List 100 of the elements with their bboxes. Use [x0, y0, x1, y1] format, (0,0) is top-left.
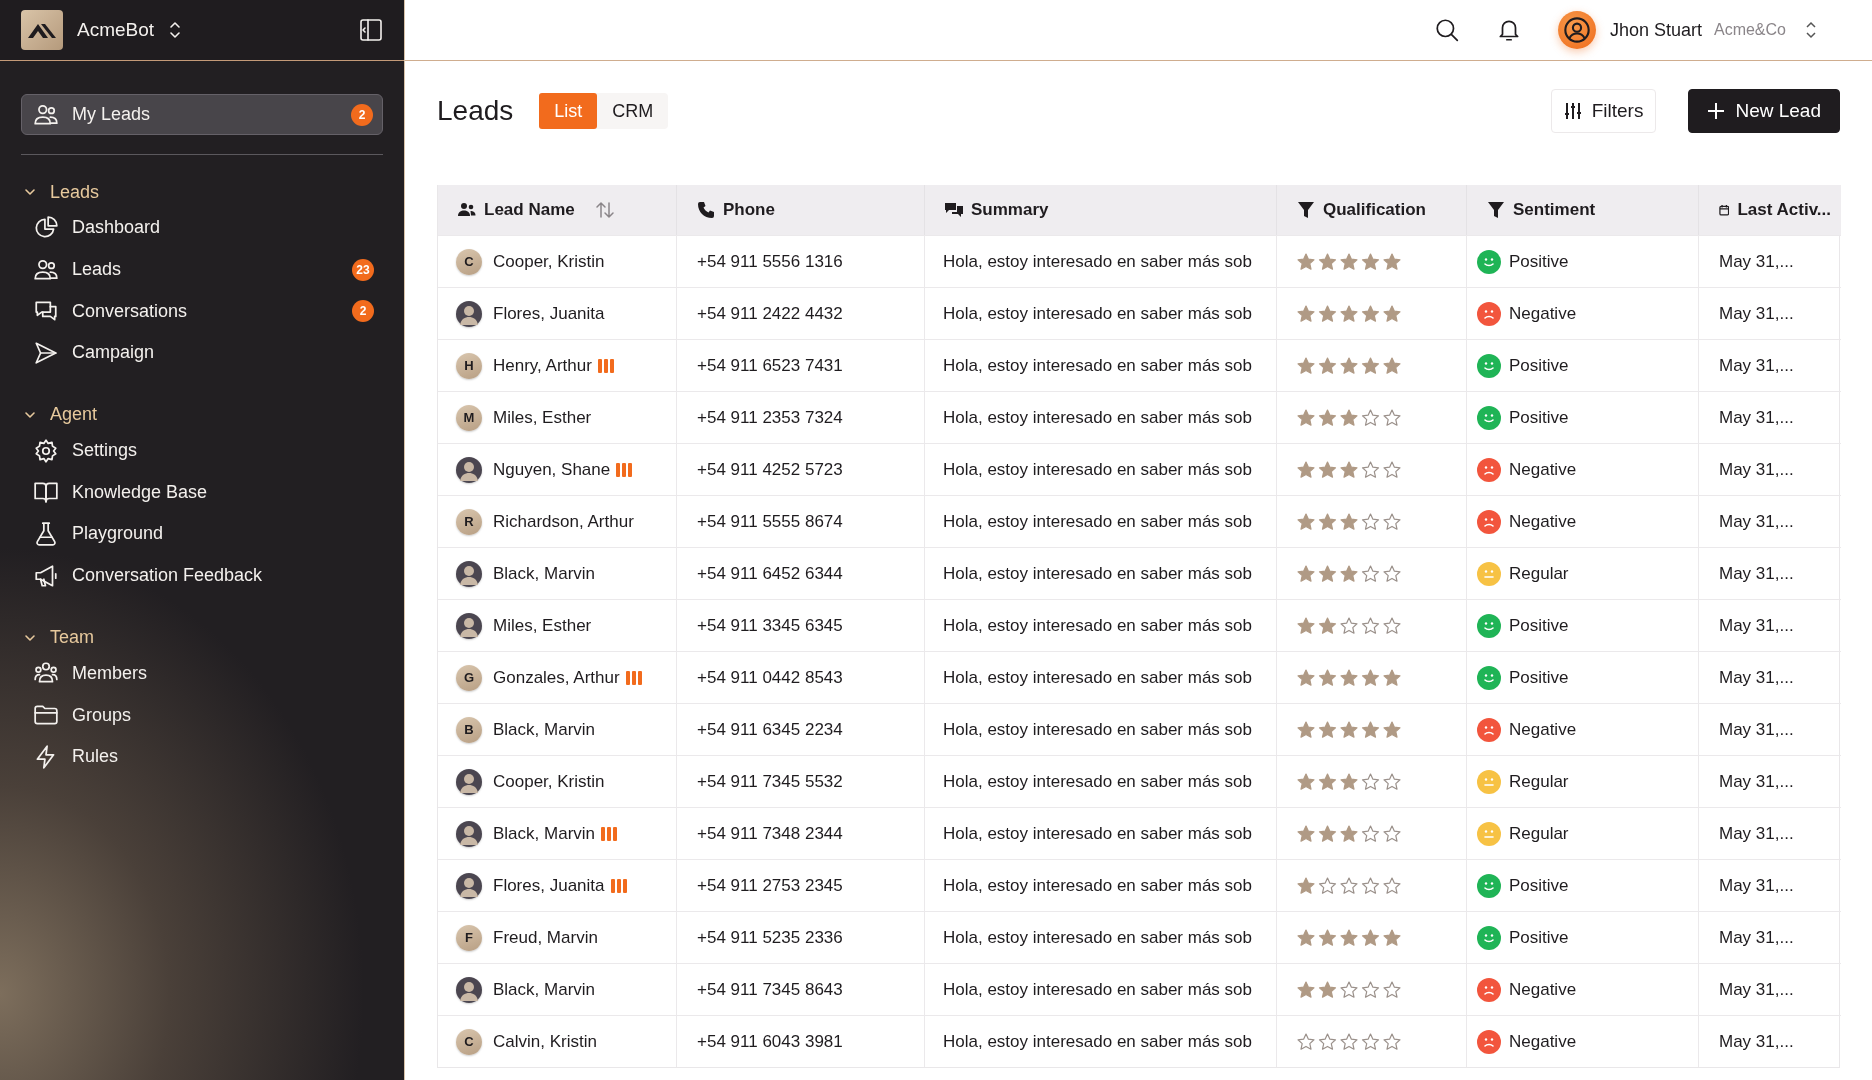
nav-item[interactable]: Playground: [0, 513, 404, 555]
table-cell: +54 911 7345 5532: [676, 755, 924, 807]
new-lead-button[interactable]: New Lead: [1688, 89, 1840, 133]
lead-name[interactable]: Henry, Arthur: [493, 355, 592, 376]
smiley-face-icon: [1477, 665, 1501, 690]
bars-icon: [616, 462, 633, 477]
table-cell: +54 911 2422 4432: [676, 287, 924, 339]
table-cell: Hola, estoy interesado en saber más sob: [924, 599, 1276, 651]
sentiment-label: Negative: [1509, 1031, 1577, 1052]
view-tab[interactable]: CRM: [597, 93, 669, 129]
lead-name[interactable]: Nguyen, Shane: [493, 459, 611, 480]
lead-name[interactable]: Black, Marvin: [493, 823, 596, 844]
nav-item[interactable]: Conversation Feedback: [0, 554, 404, 597]
users-icon: [458, 201, 476, 219]
nav-item[interactable]: Conversations 2: [0, 290, 404, 333]
avatar: M: [456, 404, 482, 431]
avatar-icon: [456, 976, 482, 1003]
sentiment-label: Positive: [1509, 407, 1569, 428]
nav-item[interactable]: Members: [0, 652, 404, 695]
sentiment-label: Positive: [1509, 927, 1569, 948]
lead-name[interactable]: Freud, Marvin: [493, 927, 598, 948]
sidebar-toggle-icon[interactable]: [359, 18, 383, 42]
settings-icon: [33, 437, 59, 464]
nav-item[interactable]: My Leads 2: [21, 94, 383, 135]
funnel-icon: [1297, 201, 1315, 219]
table-cell: May 31,...: [1698, 547, 1841, 599]
count-badge: 2: [351, 103, 373, 126]
table-cell: May 31,...: [1698, 755, 1841, 807]
sentiment-label: Positive: [1509, 355, 1569, 376]
table-cell: Hola, estoy interesado en saber más sob: [924, 547, 1276, 599]
table-cell: Hola, estoy interesado en saber más sob: [924, 391, 1276, 443]
lead-name[interactable]: Cooper, Kristin: [493, 251, 605, 272]
avatar: B: [456, 716, 482, 743]
chevron-down-icon[interactable]: [24, 186, 36, 198]
lead-name[interactable]: Richardson, Arthur: [493, 511, 634, 532]
smiley-face-icon: [1477, 925, 1501, 950]
pie-chart-icon: [33, 214, 59, 241]
column-header: Summary: [971, 200, 1049, 220]
column-header: Phone: [723, 200, 775, 220]
smiley-face-icon: [1477, 249, 1501, 274]
filters-button[interactable]: Filters: [1550, 89, 1657, 133]
nav-item[interactable]: Rules: [0, 735, 404, 778]
user-name[interactable]: Jhon Stuart: [1609, 19, 1702, 41]
organization-name: Acme&Co: [1713, 21, 1786, 39]
avatar-icon: [456, 768, 482, 795]
table-cell: Hola, estoy interesado en saber más sob: [924, 755, 1276, 807]
nav-item[interactable]: Campaign: [0, 332, 404, 374]
lead-name[interactable]: Flores, Juanita: [493, 875, 605, 896]
lead-name[interactable]: Flores, Juanita: [493, 303, 605, 324]
sad-face-icon: [1477, 509, 1501, 534]
lead-name[interactable]: Miles, Esther: [493, 615, 592, 636]
table-cell: +54 911 5235 2336: [676, 911, 924, 963]
search-icon[interactable]: [1433, 17, 1460, 43]
nav-item[interactable]: Settings: [0, 429, 404, 472]
lead-name[interactable]: Black, Marvin: [493, 719, 596, 740]
lead-name[interactable]: Black, Marvin: [493, 563, 596, 584]
lead-name[interactable]: Miles, Esther: [493, 407, 592, 428]
avatar-icon: [456, 300, 482, 327]
nav-item[interactable]: Dashboard: [0, 207, 404, 249]
flask-icon: [33, 520, 59, 547]
table-cell: Hola, estoy interesado en saber más sob: [924, 495, 1276, 547]
page-title: Leads: [437, 95, 514, 127]
table-cell: Hola, estoy interesado en saber más sob: [924, 807, 1276, 859]
sentiment-label: Negative: [1509, 459, 1577, 480]
table-cell: May 31,...: [1698, 339, 1841, 391]
section-title[interactable]: Team: [50, 627, 94, 648]
table-cell: +54 911 5556 1316: [676, 235, 924, 287]
sentiment-label: Regular: [1509, 563, 1569, 584]
table-cell: May 31,...: [1698, 1015, 1841, 1067]
avatar: C: [456, 1028, 482, 1055]
table-cell: Hola, estoy interesado en saber más sob: [924, 1015, 1276, 1067]
section-title[interactable]: Agent: [50, 404, 98, 426]
column-header: Lead Name: [484, 200, 575, 220]
lead-name[interactable]: Black, Marvin: [493, 979, 596, 1000]
avatar-icon: [456, 820, 482, 847]
table-cell: +54 911 2353 7324: [676, 391, 924, 443]
table-cell: May 31,...: [1698, 651, 1841, 703]
nav-item[interactable]: Leads 23: [0, 248, 404, 291]
table-cell: +54 911 0442 8543: [676, 651, 924, 703]
lead-name[interactable]: Cooper, Kristin: [493, 771, 605, 792]
avatar: C: [456, 248, 482, 275]
nav-item[interactable]: Groups: [0, 694, 404, 736]
column-header: Last Activ...: [1737, 200, 1831, 220]
lead-name[interactable]: Calvin, Kristin: [493, 1031, 597, 1052]
chevron-up-down-icon[interactable]: [168, 20, 183, 40]
table-cell: Hola, estoy interesado en saber más sob: [924, 911, 1276, 963]
sentiment-label: Regular: [1509, 823, 1569, 844]
table-cell: +54 911 6043 3981: [676, 1015, 924, 1067]
avatar-icon: [456, 560, 482, 587]
user-avatar-icon[interactable]: [1557, 11, 1596, 49]
chevron-up-down-icon[interactable]: [1804, 20, 1818, 40]
sort-icon[interactable]: [594, 200, 615, 220]
section-title[interactable]: Leads: [50, 181, 100, 203]
smiley-face-icon: [1477, 613, 1501, 638]
nav-item[interactable]: Knowledge Base: [0, 471, 404, 514]
workspace-name[interactable]: AcmeBot: [77, 19, 155, 41]
neutral-face-icon: [1477, 561, 1501, 586]
sad-face-icon: [1477, 977, 1501, 1002]
table-cell: +54 911 5555 8674: [676, 495, 924, 547]
lead-name[interactable]: Gonzales, Arthur: [493, 667, 620, 688]
